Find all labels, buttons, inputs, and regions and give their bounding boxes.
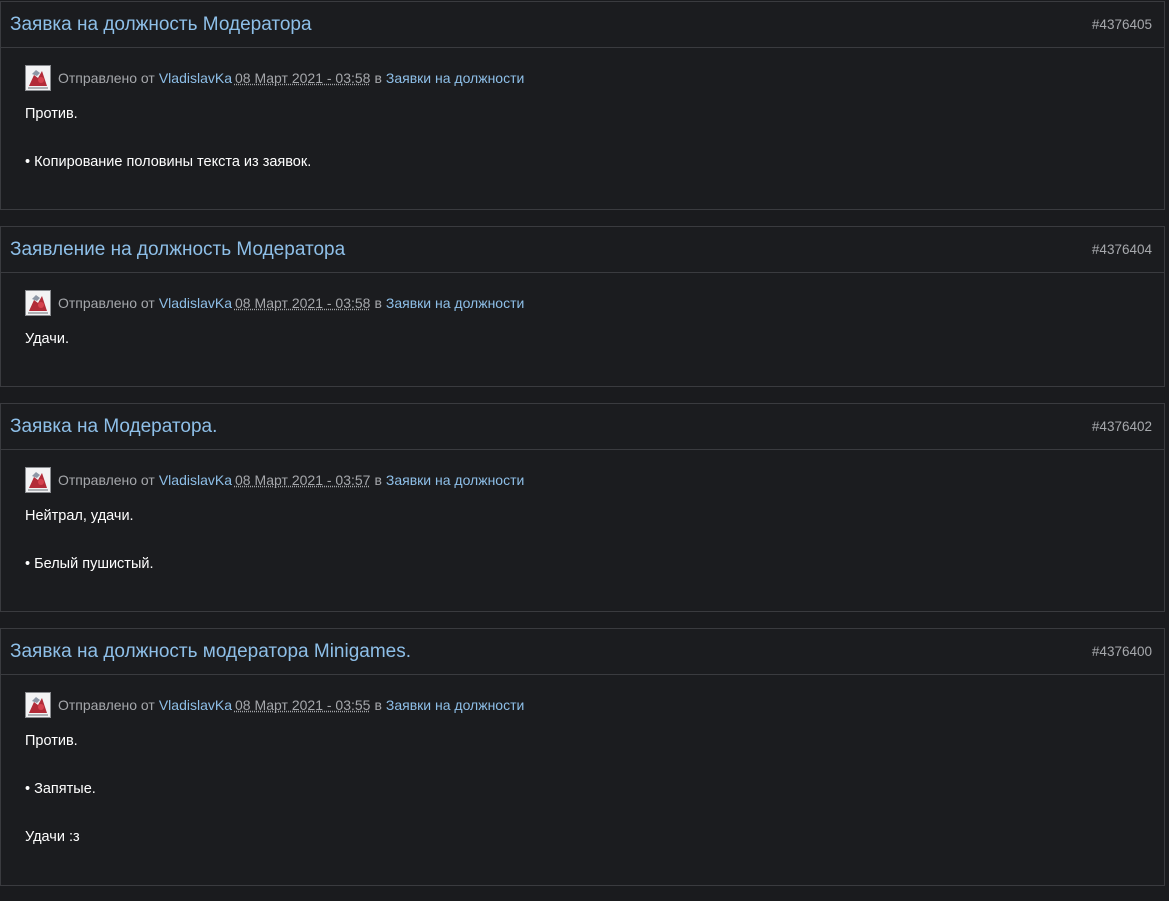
post-paragraph: Удачи :з xyxy=(25,829,80,845)
post-paragraph: • Запятые. xyxy=(25,781,96,797)
post-header: Заявка на должность Модератора #4376405 xyxy=(1,2,1164,48)
post-paragraph: • Белый пушистый. xyxy=(25,556,154,572)
forum-link[interactable]: Заявки на должности xyxy=(386,70,524,86)
post-title-link[interactable]: Заявление на должность Модератора xyxy=(10,239,345,261)
post: Заявка на Модератора. #4376402 Отправлен… xyxy=(0,403,1165,612)
post-body: Отправлено от VladislavKa 08 Март 2021 -… xyxy=(1,48,1164,171)
forum-link[interactable]: Заявки на должности xyxy=(386,472,524,488)
meta-in: в xyxy=(374,70,382,86)
posts-list: Заявка на должность Модератора #4376405 … xyxy=(0,0,1169,901)
post-header: Заявка на должность модератора Minigames… xyxy=(1,629,1164,675)
post-id-link[interactable]: #4376402 xyxy=(1092,419,1152,434)
meta-sent-by: Отправлено от xyxy=(58,472,155,488)
post-header: Заявка на Модератора. #4376402 xyxy=(1,404,1164,450)
author-link[interactable]: VladislavKa xyxy=(159,295,232,311)
post-content: Удачи. xyxy=(25,330,1140,348)
post-meta: Отправлено от VladislavKa 08 Март 2021 -… xyxy=(25,466,1140,494)
post-content: Против. • Копирование половины текста из … xyxy=(25,105,1140,171)
post-title-link[interactable]: Заявка на должность модератора Minigames… xyxy=(10,641,411,663)
user-avatar-icon[interactable] xyxy=(25,290,51,316)
post-id-link[interactable]: #4376400 xyxy=(1092,644,1152,659)
meta-in: в xyxy=(374,472,382,488)
post: Заявка на должность Модератора #4376405 … xyxy=(0,1,1165,210)
post-meta: Отправлено от VladislavKa 08 Март 2021 -… xyxy=(25,691,1140,719)
post-meta: Отправлено от VladislavKa 08 Март 2021 -… xyxy=(25,289,1140,317)
post-paragraph: Нейтрал, удачи. xyxy=(25,508,134,524)
post-id-link[interactable]: #4376405 xyxy=(1092,17,1152,32)
post-header: Заявление на должность Модератора #43764… xyxy=(1,227,1164,273)
post-paragraph: • Копирование половины текста из заявок. xyxy=(25,154,312,170)
post-title-link[interactable]: Заявка на Модератора. xyxy=(10,416,217,438)
meta-sent-by: Отправлено от xyxy=(58,295,155,311)
post-paragraph: Против. xyxy=(25,106,78,122)
user-avatar-icon[interactable] xyxy=(25,65,51,91)
post-meta: Отправлено от VladislavKa 08 Март 2021 -… xyxy=(25,64,1140,92)
author-link[interactable]: VladislavKa xyxy=(159,472,232,488)
user-avatar-icon[interactable] xyxy=(25,692,51,718)
post-date: 08 Март 2021 - 03:58 xyxy=(234,70,371,86)
post-title-link[interactable]: Заявка на должность Модератора xyxy=(10,14,312,36)
forum-link[interactable]: Заявки на должности xyxy=(386,697,524,713)
post: Заявление на должность Модератора #43764… xyxy=(0,226,1165,387)
author-link[interactable]: VladislavKa xyxy=(159,697,232,713)
post-date: 08 Март 2021 - 03:55 xyxy=(234,697,371,713)
meta-in: в xyxy=(374,295,382,311)
post-content: Нейтрал, удачи. • Белый пушистый. xyxy=(25,507,1140,573)
post-body: Отправлено от VladislavKa 08 Март 2021 -… xyxy=(1,450,1164,573)
meta-in: в xyxy=(374,697,382,713)
forum-link[interactable]: Заявки на должности xyxy=(386,295,524,311)
meta-sent-by: Отправлено от xyxy=(58,70,155,86)
post-body: Отправлено от VladislavKa 08 Март 2021 -… xyxy=(1,273,1164,348)
post-paragraph: Против. xyxy=(25,733,78,749)
post-content: Против. • Запятые. Удачи :з xyxy=(25,732,1140,846)
post-date: 08 Март 2021 - 03:58 xyxy=(234,295,371,311)
user-avatar-icon[interactable] xyxy=(25,467,51,493)
meta-sent-by: Отправлено от xyxy=(58,697,155,713)
post: Заявка на должность модератора Minigames… xyxy=(0,628,1165,886)
author-link[interactable]: VladislavKa xyxy=(159,70,232,86)
post-body: Отправлено от VladislavKa 08 Март 2021 -… xyxy=(1,675,1164,846)
post-date: 08 Март 2021 - 03:57 xyxy=(234,472,371,488)
post-id-link[interactable]: #4376404 xyxy=(1092,242,1152,257)
post-paragraph: Удачи. xyxy=(25,331,69,347)
